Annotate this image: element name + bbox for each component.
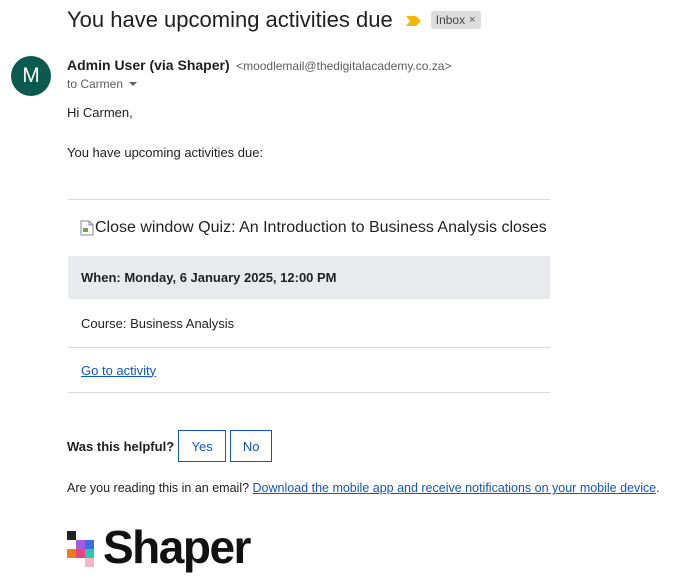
go-to-activity-link[interactable]: Go to activity [81, 363, 156, 378]
recipient-line[interactable]: to Carmen [67, 77, 138, 91]
inbox-label: Inbox [435, 13, 466, 27]
importance-marker-icon[interactable] [405, 16, 421, 26]
shaper-logo: Shaper [67, 521, 251, 573]
feedback-question: Was this helpful? [67, 438, 175, 454]
broken-image-icon [80, 220, 94, 236]
sender-name[interactable]: Admin User (via Shaper) [67, 57, 230, 73]
activity-card: Close window Quiz: An Introduction to Bu… [68, 199, 550, 393]
show-details-caret-icon[interactable] [129, 82, 138, 86]
activity-when: When: Monday, 6 January 2025, 12:00 PM [68, 256, 550, 299]
recipient-label: to Carmen [67, 77, 124, 91]
mobile-app-line: Are you reading this in an email? Downlo… [67, 481, 660, 495]
inbox-label-chip: Inbox × [430, 11, 481, 29]
mobile-app-suffix: . [656, 481, 660, 495]
remove-label-icon[interactable]: × [469, 14, 475, 26]
subject-row: You have upcoming activities due Inbox × [67, 7, 481, 33]
shaper-logo-mark-icon [67, 527, 97, 567]
activity-title: Quiz: An Introduction to Business Analys… [198, 219, 547, 236]
activity-title-row: Close window Quiz: An Introduction to Bu… [68, 200, 550, 256]
mobile-app-prefix: Are you reading this in an email? [67, 481, 253, 495]
card-divider [68, 392, 550, 393]
feedback-yes-button[interactable]: Yes [178, 430, 227, 462]
activity-link-row: Go to activity [68, 348, 550, 392]
feedback-no-button[interactable]: No [230, 430, 273, 462]
sender-avatar[interactable]: M [11, 56, 51, 96]
greeting-text: Hi Carmen, [67, 105, 133, 120]
email-subject: You have upcoming activities due [67, 7, 393, 32]
feedback-row: Was this helpful? Yes No [67, 430, 273, 462]
shaper-logo-wordmark: Shaper [103, 521, 251, 573]
download-mobile-app-link[interactable]: Download the mobile app and receive noti… [253, 481, 657, 495]
intro-text: You have upcoming activities due: [67, 145, 264, 160]
sender-email: <moodlemail@thedigitalacademy.co.za> [236, 59, 452, 73]
activity-course: Course: Business Analysis [81, 315, 235, 331]
image-alt-text: Close window [95, 219, 194, 236]
sender-line: Admin User (via Shaper) <moodlemail@thed… [67, 57, 451, 75]
